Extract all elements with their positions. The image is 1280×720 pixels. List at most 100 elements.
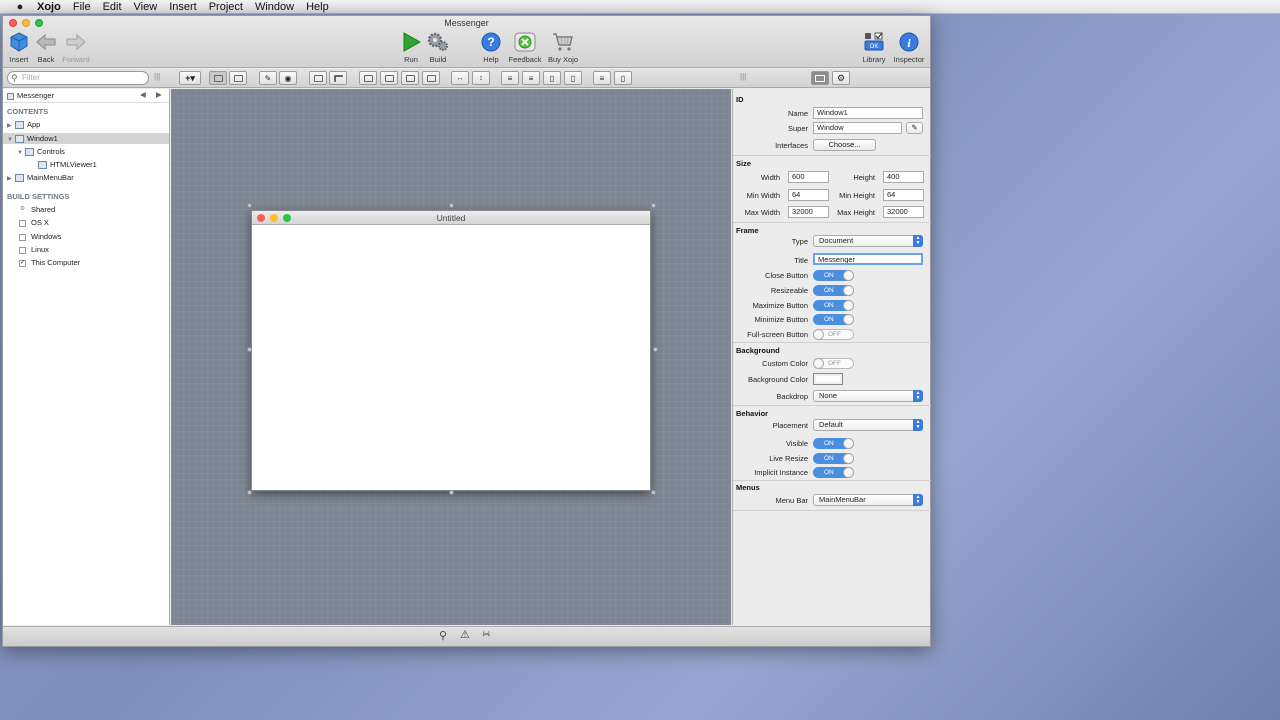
disclosure-down-icon[interactable]: ▼ (17, 150, 25, 156)
fullscreen-button-toggle[interactable]: OFF (813, 329, 854, 340)
nav-item-htmlviewer[interactable]: HTMLViewer1 (38, 160, 97, 170)
nav-item-app[interactable]: ▶ App (7, 120, 40, 130)
build-button[interactable]: Build (418, 31, 458, 64)
this-computer-checkbox[interactable]: ✓ (19, 259, 26, 267)
search-icon[interactable]: ⚲ (439, 629, 447, 642)
layout-view-button[interactable] (209, 71, 227, 85)
placement-popup[interactable]: Default ▲ ▼ (813, 419, 923, 431)
warning-icon[interactable]: ⚠ (460, 628, 470, 641)
menu-file[interactable]: File (73, 1, 91, 13)
resize-handle-se[interactable] (651, 490, 656, 495)
resize-handle-nw[interactable] (247, 203, 252, 208)
nav-item-windows[interactable]: Windows (19, 232, 61, 241)
menu-help[interactable]: Help (306, 1, 329, 13)
visible-toggle[interactable]: ON (813, 438, 854, 449)
nav-item-mainmenubar[interactable]: ▶ MainMenuBar (7, 173, 74, 183)
controls-icon (25, 148, 34, 157)
implicit-instance-toggle[interactable]: ON (813, 467, 854, 478)
inspector-button[interactable]: i Inspector (889, 31, 929, 64)
resize-handle-n[interactable] (449, 203, 454, 208)
width-field[interactable]: 600 (788, 171, 829, 183)
resize-handle-s[interactable] (449, 490, 454, 495)
maximize-button-toggle[interactable]: ON (813, 300, 854, 311)
live-resize-toggle[interactable]: ON (813, 453, 854, 464)
align-left-button[interactable]: ≡ (501, 71, 519, 85)
height-field[interactable]: 400 (883, 171, 924, 183)
menu-bar-popup[interactable]: MainMenuBar ▲ ▼ (813, 494, 923, 506)
nav-back-arrow-icon[interactable]: ◀ (140, 90, 146, 99)
menu-insert[interactable]: Insert (169, 1, 197, 13)
disclosure-right-icon[interactable]: ▶ (7, 175, 15, 182)
space-horizontal-button[interactable]: ≡ (593, 71, 611, 85)
nav-item-controls[interactable]: ▼ Controls (17, 147, 65, 157)
max-height-field[interactable]: 32000 (883, 206, 924, 218)
buy-xojo-button[interactable]: Buy Xojo (543, 31, 583, 64)
disclosure-down-icon[interactable]: ▼ (7, 137, 15, 143)
nav-item-this-computer[interactable]: ✓ This Computer (19, 258, 80, 267)
layout-editor-canvas[interactable]: Untitled (171, 89, 731, 625)
inspector-settings-tab[interactable]: ⚙ (832, 71, 850, 85)
nav-item-osx[interactable]: OS X (19, 218, 49, 227)
forward-button[interactable]: Forward (56, 31, 96, 64)
windows-checkbox[interactable] (19, 233, 26, 241)
align-bottom-button[interactable]: ▯ (564, 71, 582, 85)
menu-app[interactable]: Xojo (37, 1, 61, 13)
backdrop-popup[interactable]: None ▲ ▼ (813, 390, 923, 402)
menu-project[interactable]: Project (209, 1, 243, 13)
resize-handle-e[interactable] (653, 347, 658, 352)
align-right-button[interactable]: ≡ (522, 71, 540, 85)
resize-handle-sw[interactable] (247, 490, 252, 495)
nav-item-window1[interactable]: ▼ Window1 (7, 134, 58, 144)
linux-checkbox[interactable] (19, 246, 26, 254)
splitter-grip-icon[interactable]: ||| (740, 72, 746, 81)
menu-window[interactable]: Window (255, 1, 294, 13)
super-edit-button[interactable]: ✎ (906, 122, 923, 134)
edit-mode-button[interactable]: ✎ (259, 71, 277, 85)
title-field[interactable]: Messenger (813, 253, 923, 265)
nav-forward-arrow-icon[interactable]: ▶ (156, 90, 162, 99)
name-field[interactable]: Window1 (813, 107, 923, 119)
max-width-field[interactable]: 32000 (788, 206, 829, 218)
close-button-toggle[interactable]: ON (813, 270, 854, 281)
menu-view[interactable]: View (134, 1, 158, 13)
resize-handle-w[interactable] (247, 347, 252, 352)
inspector-properties-tab[interactable] (811, 71, 829, 85)
filter-input[interactable]: ⚲ Filter (7, 71, 149, 85)
fill-width-button[interactable]: ↔ (451, 71, 469, 85)
splitter-grip-icon[interactable]: ||| (154, 72, 160, 81)
space-vertical-button[interactable]: ▯ (614, 71, 632, 85)
nav-item-shared[interactable]: ⚙ Shared (19, 205, 55, 214)
minimize-button-toggle[interactable]: ON (813, 314, 854, 325)
apple-icon[interactable]: ● (13, 1, 27, 13)
feed-icon[interactable]: ∺ (482, 629, 490, 640)
custom-color-toggle[interactable]: OFF (813, 358, 854, 369)
designed-window[interactable]: Untitled (251, 210, 651, 491)
nav-item-linux[interactable]: Linux (19, 245, 49, 254)
max-width-label: Max Width (744, 208, 780, 217)
menu-edit[interactable]: Edit (103, 1, 122, 13)
project-breadcrumb[interactable]: Messenger (7, 91, 54, 100)
min-height-field[interactable]: 64 (883, 189, 924, 201)
fill-height-button[interactable]: ↕ (472, 71, 490, 85)
align-top-button[interactable]: ▯ (543, 71, 561, 85)
feedback-button[interactable]: Feedback (505, 31, 545, 64)
order-front-button[interactable] (359, 71, 377, 85)
add-item-button[interactable]: +▾ (179, 71, 201, 85)
code-view-button[interactable] (229, 71, 247, 85)
background-color-swatch[interactable] (813, 373, 843, 385)
library-button[interactable]: OK Library (854, 31, 894, 64)
order-forward-button[interactable] (380, 71, 398, 85)
osx-checkbox[interactable] (19, 219, 26, 227)
min-width-field[interactable]: 64 (788, 189, 829, 201)
type-popup[interactable]: Document ▲ ▼ (813, 235, 923, 247)
order-backward-button[interactable] (401, 71, 419, 85)
lock-button[interactable]: ◉ (279, 71, 297, 85)
resize-handle-ne[interactable] (651, 203, 656, 208)
parent-button[interactable] (329, 71, 347, 85)
super-field[interactable]: Window (813, 122, 902, 134)
resizeable-toggle[interactable]: ON (813, 285, 854, 296)
order-back-button[interactable] (422, 71, 440, 85)
choose-interfaces-button[interactable]: Choose... (813, 139, 876, 151)
disclosure-right-icon[interactable]: ▶ (7, 122, 15, 129)
tab-order-button[interactable] (309, 71, 327, 85)
